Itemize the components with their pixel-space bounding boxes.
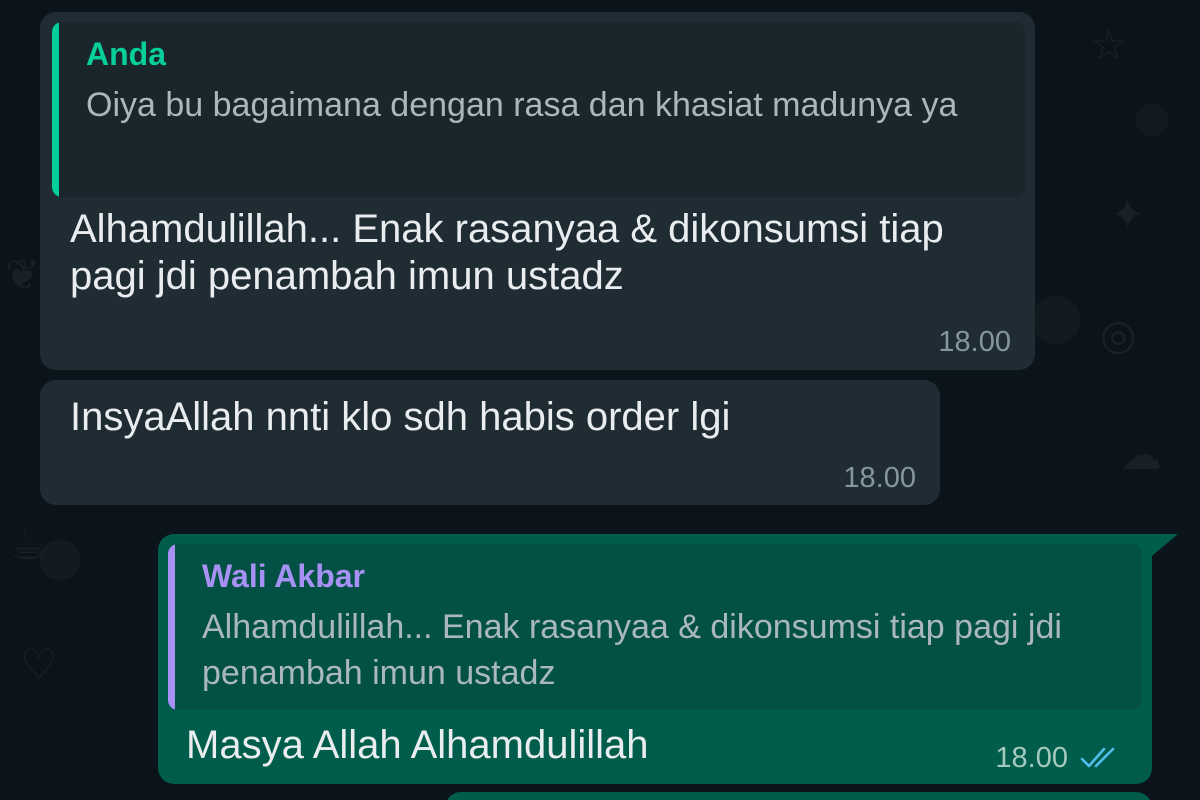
- wallpaper-sparkle-icon: ✦: [1110, 190, 1146, 239]
- wallpaper-leaf-icon: ❦: [5, 250, 41, 299]
- chat-conversation: ☆ ✦ ◎ ☁ ☕ ♡ ❦ Anda Oiya bu bagaimana den…: [0, 0, 1200, 800]
- wallpaper-heart-icon: ♡: [20, 640, 58, 689]
- quoted-message[interactable]: Anda Oiya bu bagaimana dengan rasa dan k…: [52, 22, 1025, 197]
- bubble-tail: [1152, 534, 1178, 556]
- quote-accent-bar: [168, 544, 175, 710]
- wallpaper-cloud-icon: ☁: [1120, 430, 1162, 479]
- message-bubble-outgoing[interactable]: Wali Akbar Alhamdulillah... Enak rasanya…: [158, 534, 1152, 784]
- message-bubble-outgoing[interactable]: [445, 792, 1152, 800]
- quoted-text: Oiya bu bagaimana dengan rasa dan khasia…: [86, 86, 958, 124]
- quoted-text: Alhamdulillah... Enak rasanyaa & dikonsu…: [202, 608, 1062, 692]
- message-timestamp: 18.00: [938, 326, 1011, 358]
- message-timestamp: 18.00: [995, 742, 1068, 774]
- wallpaper-ball-icon: ◎: [1100, 310, 1137, 359]
- message-text: Alhamdulillah... Enak rasanyaa & dikonsu…: [70, 207, 944, 298]
- message-bubble-incoming[interactable]: Anda Oiya bu bagaimana dengan rasa dan k…: [40, 12, 1035, 370]
- double-check-read-icon: [1080, 747, 1115, 768]
- message-text: Masya Allah Alhamdulillah: [186, 723, 649, 767]
- message-bubble-incoming[interactable]: InsyaAllah nnti klo sdh habis order lgi …: [40, 380, 940, 505]
- wallpaper-cup-icon: ☕: [10, 520, 48, 569]
- quoted-author: Wali Akbar: [202, 558, 365, 594]
- wallpaper-star-icon: ☆: [1090, 20, 1128, 69]
- message-text: InsyaAllah nnti klo sdh habis order lgi: [70, 395, 731, 439]
- message-timestamp: 18.00: [843, 462, 916, 494]
- quoted-message[interactable]: Wali Akbar Alhamdulillah... Enak rasanya…: [168, 544, 1142, 710]
- quote-accent-bar: [52, 22, 59, 197]
- quoted-author: Anda: [86, 36, 166, 72]
